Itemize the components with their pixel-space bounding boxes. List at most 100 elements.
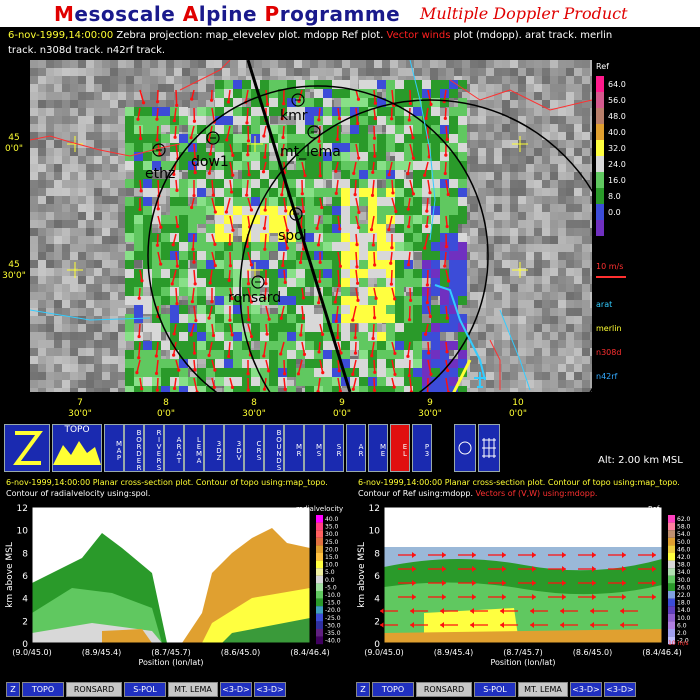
site-label: spol bbox=[278, 228, 307, 244]
y-tick-label: 8 bbox=[22, 549, 28, 559]
tool-button-crs[interactable]: CRS bbox=[244, 424, 264, 472]
legend-title: Ref bbox=[596, 62, 609, 71]
x-tick-label: (8.6/45.0) bbox=[573, 648, 612, 657]
panel-legend-value: 6.0 bbox=[677, 622, 687, 629]
panel-legend-value: 14.0 bbox=[677, 607, 691, 614]
track-n42rf[interactable]: n42rf bbox=[596, 372, 617, 381]
y-tick-label: 8 bbox=[374, 549, 380, 559]
bottom-button-ronsard[interactable]: RONSARD bbox=[416, 682, 472, 697]
plot-desc-1: Zebra projection: map_elevelev plot. mdo… bbox=[113, 30, 387, 41]
bottom-button-3d[interactable]: <3-D> bbox=[254, 682, 286, 697]
tool-button-me[interactable]: ME bbox=[368, 424, 388, 472]
left-header-2: Contour of radialvelocity using:spol. bbox=[6, 489, 151, 498]
bottom-button-spol[interactable]: S-POL bbox=[474, 682, 516, 697]
x-axis-label: Position (lon/lat) bbox=[138, 658, 203, 667]
legend-value: 0.0 bbox=[608, 208, 621, 217]
vector-winds-label: Vector winds bbox=[386, 30, 451, 41]
right-header-1: 6-nov-1999,14:00:00 Planar cross-section… bbox=[358, 478, 680, 487]
circle-tool-button[interactable] bbox=[454, 424, 476, 472]
lon-label: 8 0'0" bbox=[156, 398, 176, 419]
lat-label: 45 0'0" bbox=[4, 133, 24, 154]
tool-button-lema[interactable]: LEMA bbox=[184, 424, 204, 472]
panel-legend-value: -15.0 bbox=[325, 600, 341, 607]
tool-button-p3[interactable]: P3 bbox=[412, 424, 432, 472]
panel-legend-value: 26.0 bbox=[677, 584, 691, 591]
bottom-button-mtlema[interactable]: MT. LEMA bbox=[518, 682, 568, 697]
lon-label: 9 0'0" bbox=[332, 398, 352, 419]
main-map[interactable]: kmr mt_lema dow1 ethz spol ronsard bbox=[30, 60, 592, 392]
y-tick-label: 6 bbox=[374, 572, 380, 582]
tool-button-map[interactable]: MAP bbox=[104, 424, 124, 472]
tool-button-bounds[interactable]: BOUNDS bbox=[264, 424, 284, 472]
legend-value: 8.0 bbox=[608, 192, 621, 201]
y-axis-label: km above MSL bbox=[5, 542, 15, 608]
y-tick-label: 10 bbox=[369, 527, 381, 537]
tool-button-borders[interactable]: BORDERS bbox=[124, 424, 144, 472]
tool-button-mr[interactable]: MR bbox=[284, 424, 304, 472]
wind-scale-arrow bbox=[596, 276, 626, 278]
vector-scale: 10 m/s bbox=[668, 640, 689, 647]
track-merlin[interactable]: merlin bbox=[596, 324, 622, 333]
panel-legend-value: 62.0 bbox=[677, 516, 691, 523]
bottom-button-z[interactable]: Z bbox=[6, 682, 20, 697]
panel-legend-value: 10.0 bbox=[677, 615, 691, 622]
bottom-button-z[interactable]: Z bbox=[356, 682, 370, 697]
panel-legend-value: 0.0 bbox=[325, 577, 335, 584]
x-tick-label: (9.0/45.0) bbox=[12, 648, 51, 657]
tool-button-el[interactable]: EL bbox=[390, 424, 410, 472]
bottom-button-mtlema[interactable]: MT. LEMA bbox=[168, 682, 218, 697]
bottom-button-3d[interactable]: <3-D> bbox=[570, 682, 602, 697]
panel-legend-value: 25.0 bbox=[325, 539, 339, 546]
legend-value: 56.0 bbox=[608, 96, 626, 105]
lon-label: 8 30'0" bbox=[242, 398, 266, 419]
bottom-button-spol[interactable]: S-POL bbox=[124, 682, 166, 697]
x-tick-label: (9.0/45.0) bbox=[364, 648, 403, 657]
panel-legend-title: Ref bbox=[648, 505, 660, 513]
site-label: ethz bbox=[145, 166, 175, 182]
panel-legend-value: -30.0 bbox=[325, 622, 341, 629]
bottom-button-topo[interactable]: TOPO bbox=[22, 682, 64, 697]
wind-scale-label: 10 m/s bbox=[596, 262, 624, 271]
bottom-button-ronsard[interactable]: RONSARD bbox=[66, 682, 122, 697]
tool-button-arat[interactable]: ARAT bbox=[164, 424, 184, 472]
tool-button-3dz[interactable]: 3DZ bbox=[204, 424, 224, 472]
y-tick-label: 12 bbox=[369, 504, 380, 514]
legend-value: 16.0 bbox=[608, 176, 626, 185]
site-label: kmr bbox=[280, 108, 308, 124]
track-arat[interactable]: arat bbox=[596, 300, 612, 309]
tool-button-3dv[interactable]: 3DV bbox=[224, 424, 244, 472]
app-title: Mesoscale Alpine Programme bbox=[54, 2, 401, 26]
right-plot[interactable]: 121086420km above MSL(9.0/45.0) (8.9/45.4… bbox=[352, 501, 700, 677]
right-cross-section: 6-nov-1999,14:00:00 Planar cross-section… bbox=[352, 477, 700, 677]
y-tick-label: 4 bbox=[22, 595, 28, 605]
legend-value: 24.0 bbox=[608, 160, 626, 169]
tool-button-ar[interactable]: AR bbox=[346, 424, 366, 472]
legend-value: 40.0 bbox=[608, 128, 626, 137]
bottom-button-topo[interactable]: TOPO bbox=[372, 682, 414, 697]
track-n308d[interactable]: n308d bbox=[596, 348, 621, 357]
right-bottom-bar: Z TOPO RONSARD S-POL MT. LEMA <3-D> <3-D> bbox=[356, 682, 696, 698]
panel-legend-value: -35.0 bbox=[325, 630, 341, 637]
panel-legend-value: 30.0 bbox=[325, 531, 339, 538]
altitude-readout: Alt: 2.00 km MSL bbox=[598, 455, 683, 466]
tool-button-ms[interactable]: MS bbox=[304, 424, 324, 472]
bottom-button-3d[interactable]: <3-D> bbox=[220, 682, 252, 697]
tool-button-rivers[interactable]: RIVERS bbox=[144, 424, 164, 472]
panel-legend-value: -10.0 bbox=[325, 592, 341, 599]
lon-label: 10 0'0" bbox=[508, 398, 528, 419]
tool-button-sr[interactable]: SR bbox=[324, 424, 344, 472]
zebra-logo-button[interactable] bbox=[4, 424, 50, 472]
x-tick-label: (8.4/46.4) bbox=[290, 648, 329, 657]
panel-legend-value: 15.0 bbox=[325, 554, 339, 561]
site-label: mt_lema bbox=[280, 144, 341, 160]
x-tick-label: (8.6/45.0) bbox=[221, 648, 260, 657]
site-label: dow1 bbox=[191, 154, 229, 170]
grid-tool-button[interactable] bbox=[478, 424, 500, 472]
x-tick-label: (8.9/45.4) bbox=[434, 648, 473, 657]
y-tick-label: 10 bbox=[17, 527, 29, 537]
left-cross-section: 6-nov-1999,14:00:00 Planar cross-section… bbox=[0, 477, 348, 677]
bottom-button-3d[interactable]: <3-D> bbox=[604, 682, 636, 697]
topo-button[interactable]: TOPO bbox=[52, 424, 102, 472]
left-plot[interactable]: 121086420km above MSL(9.0/45.0) (8.9/45.4… bbox=[0, 501, 348, 677]
panel-legend-value: 58.0 bbox=[677, 524, 691, 531]
